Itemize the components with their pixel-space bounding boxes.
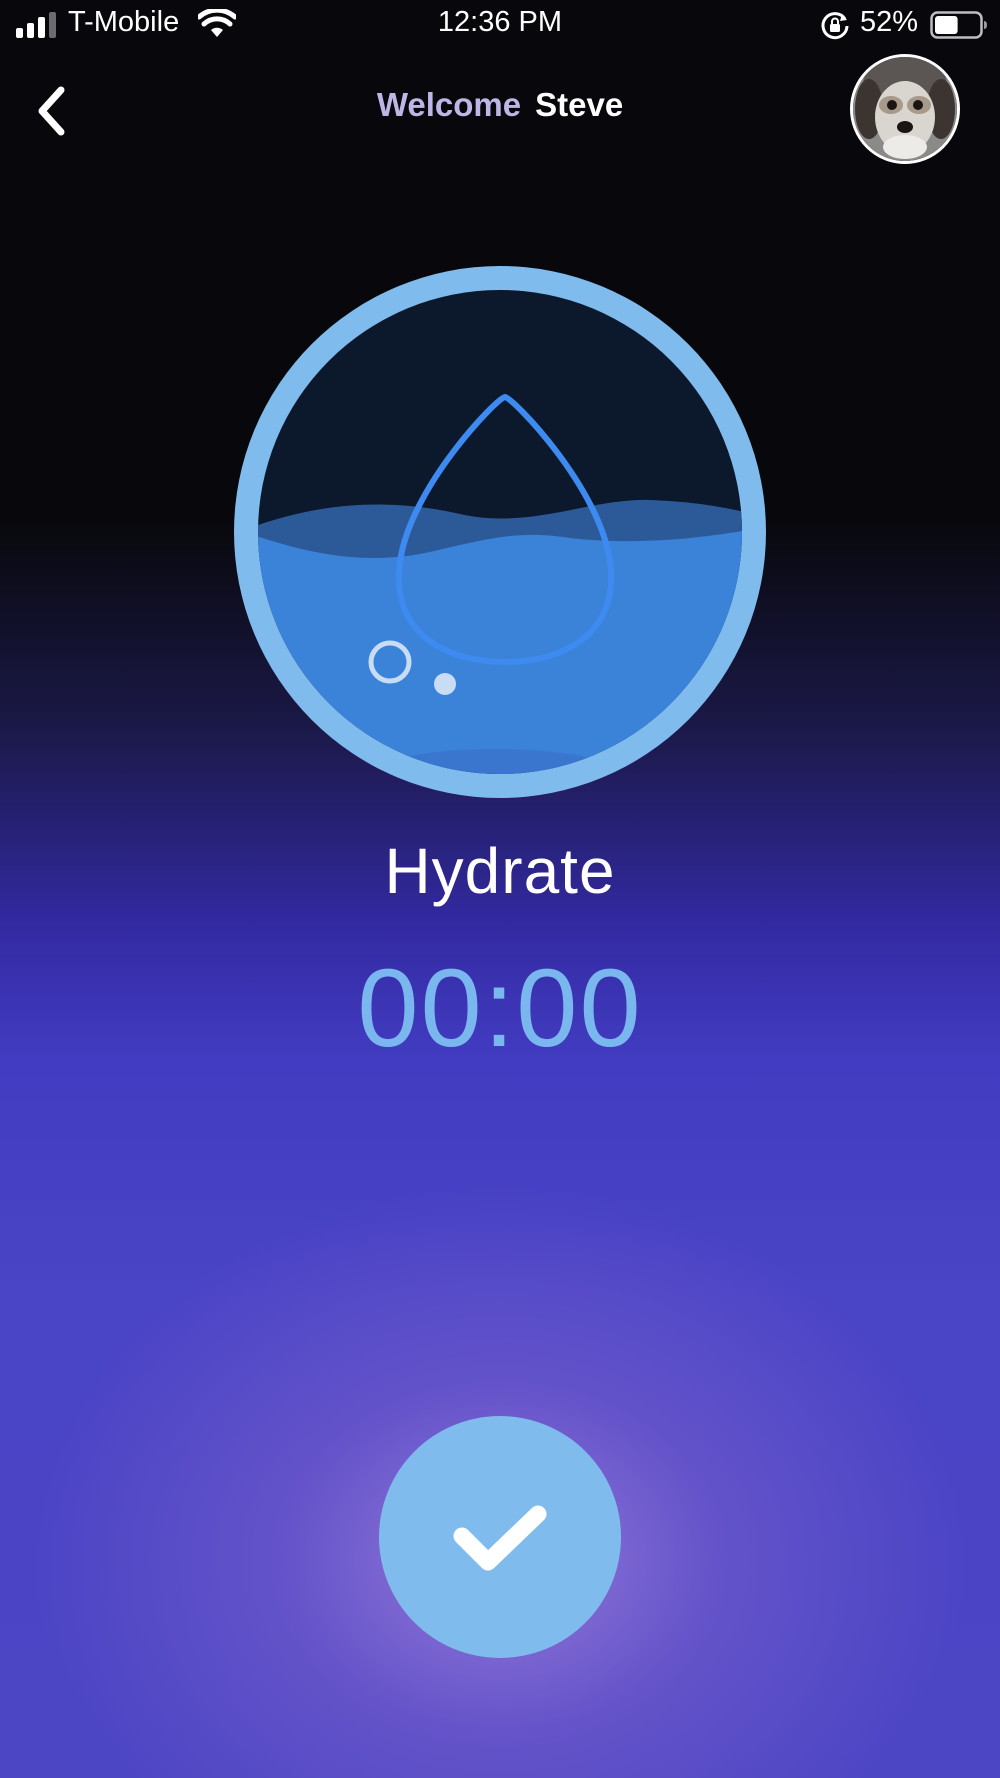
app-screen: T-Mobile 12:36 PM 52% Welcome Steve Hydr… xyxy=(0,0,1000,1778)
user-name: Steve xyxy=(535,86,624,123)
dog-avatar-icon xyxy=(853,57,957,161)
bubble-small xyxy=(434,673,456,695)
hydration-illustration xyxy=(234,266,766,798)
welcome-label: Welcome xyxy=(376,86,522,123)
battery-icon xyxy=(930,11,987,39)
activity-timer: 00:00 xyxy=(357,947,643,1070)
checkmark-icon xyxy=(453,1505,547,1571)
water-level xyxy=(258,499,742,774)
complete-button[interactable] xyxy=(379,1416,621,1658)
rotation-lock-icon xyxy=(821,12,849,40)
avatar[interactable] xyxy=(850,54,960,164)
activity-title: Hydrate xyxy=(384,835,616,907)
battery-percent: 52% xyxy=(860,6,919,38)
status-time: 12:36 PM xyxy=(437,6,563,38)
status-bar: T-Mobile 12:36 PM 52% xyxy=(0,0,1000,50)
